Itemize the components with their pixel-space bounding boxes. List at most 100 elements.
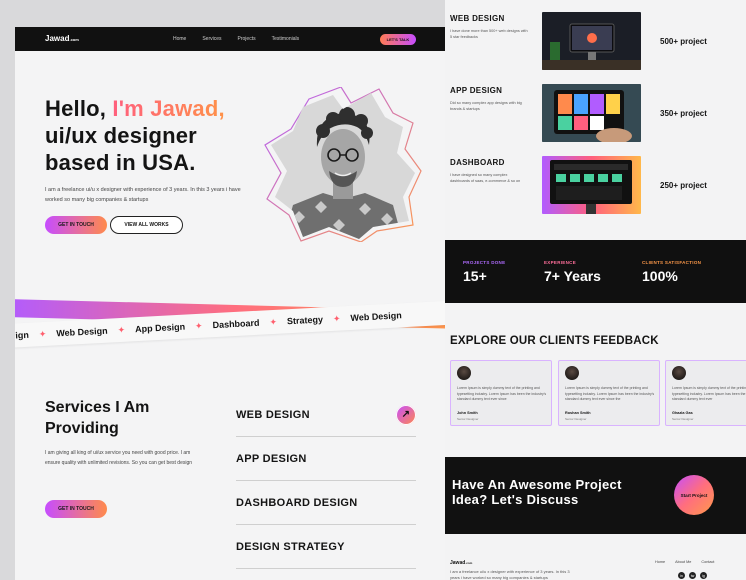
footer-description: I am a freelance ui/u x designer with ex…: [450, 569, 570, 580]
services-heading-line: Services I Am: [45, 399, 150, 416]
testimonial-role: Senior Designer: [457, 417, 479, 421]
service-label: DASHBOARD DESIGN: [236, 496, 358, 509]
logo-text: Jawad: [45, 34, 70, 43]
service-label: APP DESIGN: [236, 452, 307, 465]
services-description: I am giving all king of ui/ux service yo…: [45, 450, 193, 466]
sparkle-icon: ✦: [38, 328, 47, 339]
project-count: 500+ project: [660, 37, 707, 46]
dashboard-photo: [542, 156, 641, 214]
service-item-design-strategy[interactable]: DESIGN STRATEGY: [236, 525, 416, 569]
sparkle-icon: ✦: [117, 324, 126, 335]
landing-page-preview: Jawad.com Home Services Projects Testimo…: [15, 27, 445, 580]
hero-role: ui/ux designer: [45, 123, 197, 148]
cta-heading-line: Have An Awesome Project: [452, 477, 622, 492]
testimonial-quote: Lorem Ipsum is simply dummy text of the …: [565, 386, 655, 401]
footer-logo[interactable]: Jawad.com: [450, 560, 472, 566]
sparkle-icon: ✦: [269, 316, 278, 327]
nav-link-testimonials[interactable]: Testimonials: [272, 36, 300, 42]
lets-talk-button[interactable]: LET'S TALK: [380, 34, 416, 45]
instagram-icon[interactable]: ig: [700, 572, 707, 579]
hero-heading: Hello, I'm Jawad, ui/ux designer based i…: [45, 95, 225, 176]
footer-link-home[interactable]: Home: [655, 560, 665, 564]
hero-portrait: [264, 87, 422, 242]
logo-suffix: .com: [69, 37, 79, 42]
project-title: DASHBOARD: [450, 158, 505, 167]
services-heading: Services I Am Providing: [45, 397, 149, 439]
services-get-in-touch-button[interactable]: GET IN TOUCH: [45, 500, 107, 518]
project-count: 350+ project: [660, 109, 707, 118]
footer-logo-text: Jawad: [450, 560, 466, 566]
hero-location: based in USA.: [45, 150, 196, 175]
nav-link-home[interactable]: Home: [173, 36, 186, 42]
cta-heading: Have An Awesome Project Idea? Let's Disc…: [452, 477, 622, 507]
stat-experience: EXPERIENCE 7+ Years: [544, 260, 601, 284]
footer-links: Home About Me Contact: [655, 560, 715, 564]
cta-heading-line: Idea? Let's Discuss: [452, 492, 579, 507]
ticker-item: Dashboard: [212, 317, 260, 331]
service-label: DESIGN STRATEGY: [236, 540, 345, 553]
project-description: Did so many complex app designs with big…: [450, 101, 522, 111]
footer-logo-suffix: .com: [465, 561, 473, 565]
nav-links: Home Services Projects Testimonials: [173, 36, 299, 42]
nav-link-services[interactable]: Services: [202, 36, 221, 42]
logo[interactable]: Jawad.com: [45, 34, 79, 43]
stat-value: 100%: [642, 268, 678, 284]
testimonial-card: Lorem Ipsum is simply dummy text of the …: [665, 360, 746, 426]
service-label: WEB DESIGN: [236, 408, 310, 421]
stat-label: EXPERIENCE: [544, 260, 577, 265]
hero-description: I am a freelance ui/u x designer with ex…: [45, 187, 241, 203]
project-title: WEB DESIGN: [450, 14, 505, 23]
ticker-item: Strategy: [286, 314, 324, 327]
footer-link-contact[interactable]: Contact: [701, 560, 714, 564]
top-navbar: Jawad.com Home Services Projects Testimo…: [15, 27, 445, 51]
avatar: [672, 366, 686, 380]
get-in-touch-button[interactable]: GET IN TOUCH: [45, 216, 107, 234]
portfolio-sections-preview: WEB DESIGN I have done more than 500+ we…: [445, 0, 746, 580]
services-list: WEB DESIGN ↗ APP DESIGN DASHBOARD DESIGN …: [236, 393, 416, 569]
nav-link-projects[interactable]: Projects: [238, 36, 256, 42]
services-heading-line: Providing: [45, 420, 119, 437]
avatar: [565, 366, 579, 380]
testimonial-quote: Lorem Ipsum is simply dummy text of the …: [672, 386, 746, 401]
feedback-heading: EXPLORE OUR CLIENTS FEEDBACK: [450, 335, 659, 347]
service-item-web-design[interactable]: WEB DESIGN ↗: [236, 393, 416, 437]
stat-projects-done: PROJECTS DONE 15+: [463, 260, 505, 284]
sparkle-icon: ✦: [332, 312, 341, 324]
service-item-dashboard-design[interactable]: DASHBOARD DESIGN: [236, 481, 416, 525]
view-all-works-button[interactable]: VIEW ALL WORKS: [110, 216, 183, 234]
ticker-item: App Design: [134, 321, 186, 335]
project-description: I have done more than 500+ web designs w…: [450, 29, 528, 39]
project-title: APP DESIGN: [450, 86, 503, 95]
testimonial-card: Lorem Ipsum is simply dummy text of the …: [558, 360, 660, 426]
testimonial-quote: Lorem Ipsum is simply dummy text of the …: [457, 386, 547, 401]
stat-value: 15+: [463, 268, 487, 284]
avatar: [457, 366, 471, 380]
twitter-icon[interactable]: tw: [689, 572, 696, 579]
testimonial-role: Senior Designer: [672, 417, 694, 421]
project-description: I have designed so many complex dashboar…: [450, 173, 521, 183]
hero-name: I'm Jawad,: [112, 96, 225, 121]
project-row-dashboard[interactable]: DASHBOARD I have designed so many comple…: [445, 144, 746, 216]
linkedin-icon[interactable]: in: [678, 572, 685, 579]
social-icons: in tw ig: [678, 572, 707, 579]
service-item-app-design[interactable]: APP DESIGN: [236, 437, 416, 481]
stat-label: CLIENTS SATISFACTION: [642, 260, 702, 265]
web-design-photo: [542, 12, 641, 70]
testimonial-name: Ghazla Gas: [672, 411, 693, 415]
ticker-item: Web Design: [56, 325, 108, 339]
footer-link-about[interactable]: About Me: [675, 560, 691, 564]
cta-banner: Have An Awesome Project Idea? Let's Disc…: [445, 457, 746, 534]
project-row-web-design[interactable]: WEB DESIGN I have done more than 500+ we…: [445, 0, 746, 72]
testimonial-card: Lorem Ipsum is simply dummy text of the …: [450, 360, 552, 426]
start-project-button[interactable]: Start Project: [674, 475, 714, 515]
sparkle-icon: ✦: [194, 320, 203, 331]
stat-label: PROJECTS DONE: [463, 260, 506, 265]
project-row-app-design[interactable]: APP DESIGN Did so many complex app desig…: [445, 72, 746, 144]
project-count: 250+ project: [660, 181, 707, 190]
hero-greeting: Hello,: [45, 96, 113, 121]
stats-bar: PROJECTS DONE 15+ EXPERIENCE 7+ Years CL…: [445, 240, 746, 303]
ticker-item: asign: [15, 329, 30, 342]
arrow-up-right-icon[interactable]: ↗: [396, 404, 416, 425]
testimonial-name: Roshan Smith: [565, 411, 591, 415]
app-design-photo: [542, 84, 641, 142]
